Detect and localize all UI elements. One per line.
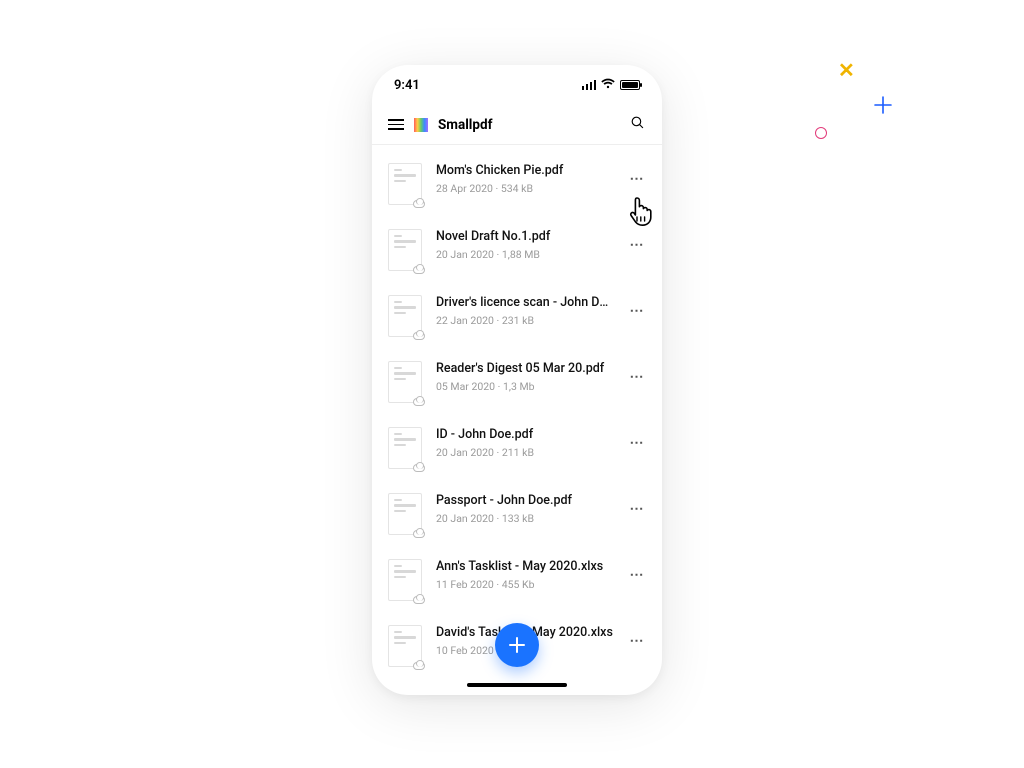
file-meta: 20 Jan 2020 · 133 kB [436,512,614,525]
file-meta: 22 Jan 2020 · 231 kB [436,314,614,327]
phone-frame: 9:41 Smallpdf Mom's Chicken Pie.pdf 28 A… [372,65,662,695]
file-row[interactable]: ID - John Doe.pdf 20 Jan 2020 · 211 kB ⋯ [372,415,662,481]
file-name: Novel Draft No.1.pdf [436,229,614,244]
more-options-icon[interactable]: ⋯ [628,363,647,391]
file-thumbnail-icon [388,559,422,601]
cloud-icon [413,266,425,274]
file-thumbnail-icon [388,295,422,337]
file-name: Passport - John Doe.pdf [436,493,614,508]
file-name: Mom's Chicken Pie.pdf [436,163,614,178]
menu-icon[interactable] [388,119,404,130]
status-bar: 9:41 [372,65,662,105]
file-name: ID - John Doe.pdf [436,427,614,442]
file-name: Ann's Tasklist - May 2020.xlxs [436,559,614,574]
file-thumbnail-icon [388,493,422,535]
battery-icon [620,80,640,90]
file-thumbnail-icon [388,361,422,403]
more-options-icon[interactable]: ⋯ [628,297,647,325]
file-list: Mom's Chicken Pie.pdf 28 Apr 2020 · 534 … [372,145,662,695]
more-options-icon[interactable]: ⋯ [628,495,647,523]
file-row[interactable]: Reader's Digest 05 Mar 20.pdf 05 Mar 202… [372,349,662,415]
more-options-icon[interactable]: ⋯ [628,165,647,193]
cloud-icon [413,530,425,538]
file-row[interactable]: Passport - John Doe.pdf 20 Jan 2020 · 13… [372,481,662,547]
decorative-circle-icon [815,127,827,139]
file-meta: 28 Apr 2020 · 534 kB [436,182,614,195]
file-row[interactable]: Novel Draft No.1.pdf 20 Jan 2020 · 1,88 … [372,217,662,283]
search-icon[interactable] [629,114,646,135]
home-indicator [467,683,567,687]
file-meta: 20 Jan 2020 · 211 kB [436,446,614,459]
file-thumbnail-icon [388,625,422,667]
file-thumbnail-icon [388,163,422,205]
cloud-icon [413,662,425,670]
status-time: 9:41 [394,78,420,93]
file-row[interactable]: Ann's Tasklist - May 2020.xlxs 11 Feb 20… [372,547,662,613]
cloud-icon [413,464,425,472]
file-row[interactable]: Driver's licence scan - John Doe.jpg 22 … [372,283,662,349]
decorative-plus-icon [874,96,892,118]
cloud-icon [413,596,425,604]
file-name: Reader's Digest 05 Mar 20.pdf [436,361,614,376]
cloud-icon [413,332,425,340]
file-meta: 11 Feb 2020 · 455 Kb [436,578,614,591]
file-meta: 05 Mar 2020 · 1,3 Mb [436,380,614,393]
cloud-icon [413,398,425,406]
app-bar: Smallpdf [372,105,662,145]
add-button[interactable] [495,623,539,667]
more-options-icon[interactable]: ⋯ [628,627,647,655]
file-meta: 20 Jan 2020 · 1,88 MB [436,248,614,261]
file-name: Driver's licence scan - John Doe.jpg [436,295,614,310]
app-title: Smallpdf [438,117,492,133]
cellular-icon [582,80,597,90]
wifi-icon [601,78,615,92]
cloud-icon [413,200,425,208]
smallpdf-logo-icon [414,118,428,132]
more-options-icon[interactable]: ⋯ [628,231,647,259]
more-options-icon[interactable]: ⋯ [628,429,647,457]
more-options-icon[interactable]: ⋯ [628,561,647,589]
file-thumbnail-icon [388,427,422,469]
decorative-x-icon: ✕ [838,58,855,82]
file-thumbnail-icon [388,229,422,271]
file-row[interactable]: Mom's Chicken Pie.pdf 28 Apr 2020 · 534 … [372,151,662,217]
